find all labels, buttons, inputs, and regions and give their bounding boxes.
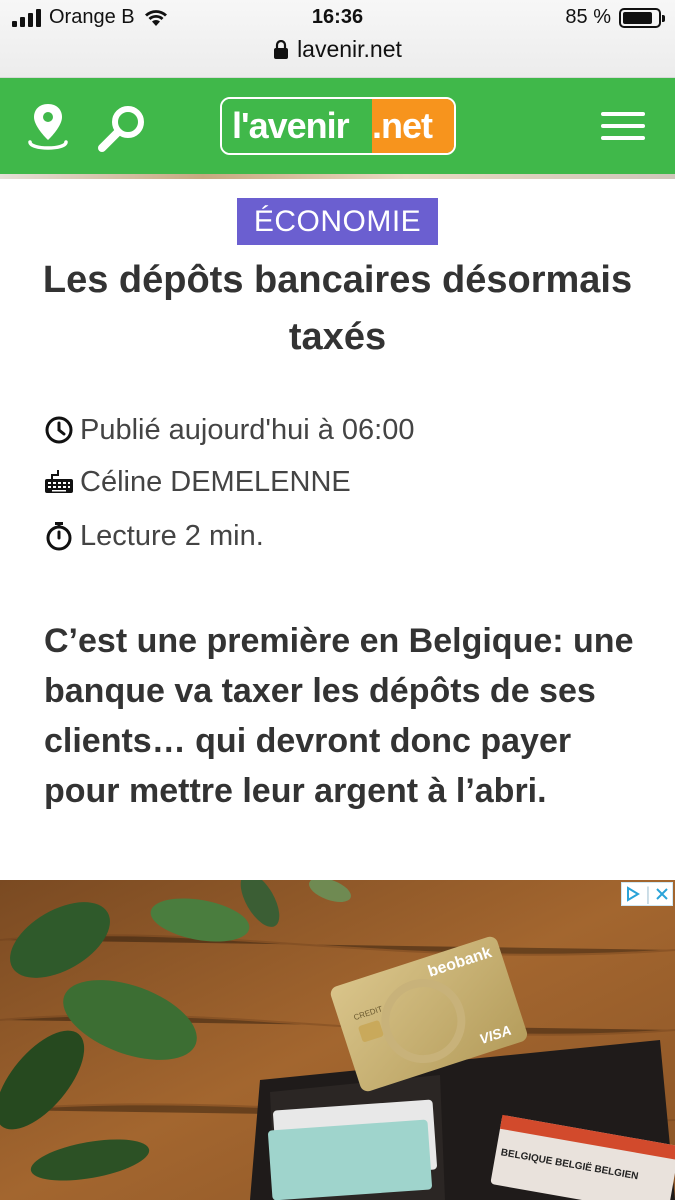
search-icon[interactable] (96, 102, 148, 154)
ad-image: beobank CREDIT VISA BELGIQUE BELGIË BELG… (0, 880, 675, 1200)
battery-level (623, 11, 652, 24)
hamburger-menu-icon[interactable] (601, 112, 645, 142)
address-bar[interactable]: lavenir.net (0, 36, 675, 63)
url-text: lavenir.net (297, 36, 402, 62)
article-lead: C’est une première en Belgique: une banq… (44, 622, 634, 810)
reading-time-meta: Lecture 2 min. (44, 516, 644, 556)
status-bar: Orange B 16:36 85 % lavenir.net (0, 0, 675, 78)
reading-time: Lecture 2 min. (80, 519, 264, 552)
adchoices-icon[interactable]: | (621, 882, 673, 906)
battery-percent: 85 % (565, 6, 611, 28)
author-meta: Céline DEMELENNE (44, 462, 644, 502)
battery-icon (619, 7, 665, 28)
author-name[interactable]: Céline DEMELENNE (80, 466, 351, 499)
header-image-strip (0, 174, 675, 179)
article-title: Les dépôts bancaires désormais taxés (42, 259, 633, 358)
lock-icon (274, 39, 289, 59)
stopwatch-icon (46, 522, 72, 551)
logo-text-main: l'avenir (222, 99, 372, 153)
logo-text-net: .net (372, 99, 454, 153)
location-pin-icon[interactable] (24, 100, 72, 156)
site-logo[interactable]: l'avenir .net (220, 97, 456, 155)
published-time: Publié aujourd'hui à 06:00 (80, 413, 415, 446)
close-icon (656, 888, 669, 900)
adchoices-triangle-icon (626, 886, 640, 902)
clock-icon (45, 416, 73, 444)
ad-banner[interactable]: beobank CREDIT VISA BELGIQUE BELGIË BELG… (0, 880, 675, 1200)
category-badge[interactable]: ÉCONOMIE (237, 198, 438, 245)
keyboard-icon (45, 470, 73, 493)
site-header: l'avenir .net (0, 78, 675, 174)
battery-group: 85 % (565, 6, 665, 29)
published-meta: Publié aujourd'hui à 06:00 (44, 410, 644, 450)
